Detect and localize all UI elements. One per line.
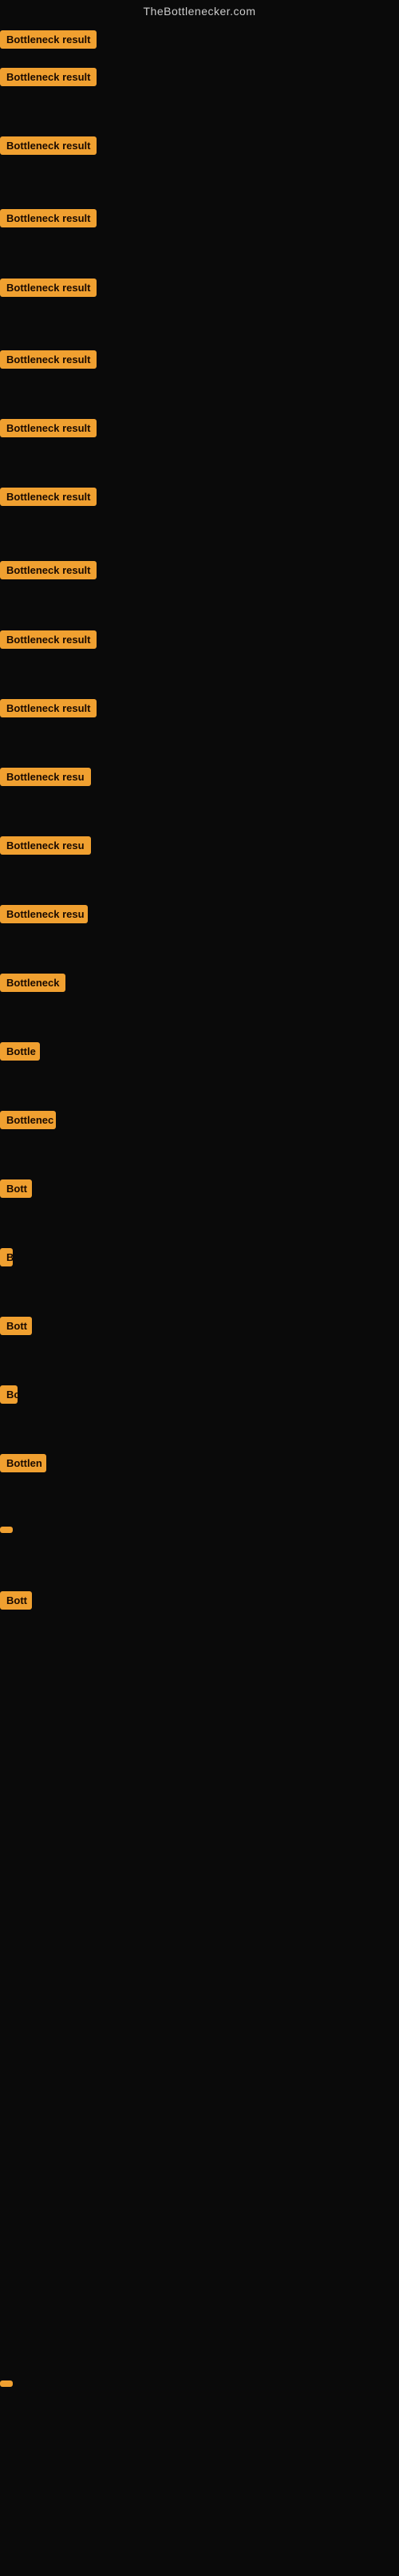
badge-label: Bottleneck result: [0, 30, 97, 49]
bottleneck-result-badge: [0, 2376, 13, 2391]
bottleneck-result-badge: Bottleneck result: [0, 419, 97, 441]
badge-label: Bottleneck result: [0, 630, 97, 649]
badge-label: Bottleneck result: [0, 136, 97, 155]
bottleneck-result-badge: Bottle: [0, 1042, 40, 1065]
bottleneck-result-badge: Bottleneck result: [0, 136, 97, 159]
bottleneck-result-badge: Bottlenec: [0, 1111, 56, 1133]
badge-label: Bottleneck: [0, 974, 65, 992]
badge-label: Bo: [0, 1385, 18, 1404]
bottleneck-result-badge: Bottleneck result: [0, 30, 97, 53]
bottleneck-result-badge: Bottleneck resu: [0, 768, 91, 790]
badge-label: Bottleneck result: [0, 209, 97, 227]
badge-label: Bottleneck resu: [0, 836, 91, 855]
badge-label: Bottleneck resu: [0, 905, 88, 923]
badge-label: Bott: [0, 1179, 32, 1198]
badge-label: Bottlen: [0, 1454, 46, 1472]
bottleneck-result-badge: Bottleneck: [0, 974, 65, 996]
site-title: TheBottlenecker.com: [0, 0, 399, 22]
bottleneck-result-badge: Bott: [0, 1179, 32, 1202]
badge-label: Bottleneck result: [0, 699, 97, 717]
bottleneck-result-badge: Bo: [0, 1385, 18, 1408]
badge-label: Bottleneck result: [0, 419, 97, 437]
bottleneck-result-badge: Bottleneck result: [0, 699, 97, 721]
badge-label: Bottlenec: [0, 1111, 56, 1129]
badge-label: Bott: [0, 1591, 32, 1610]
badge-label: Bottleneck resu: [0, 768, 91, 786]
bottleneck-result-badge: Bottleneck result: [0, 279, 97, 301]
bottleneck-result-badge: Bottlen: [0, 1454, 46, 1476]
bottleneck-result-badge: [0, 1523, 13, 1537]
badge-label: Bott: [0, 1317, 32, 1335]
badge-label: [0, 1527, 13, 1533]
badge-label: Bottleneck result: [0, 561, 97, 579]
bottleneck-result-badge: Bottleneck result: [0, 350, 97, 373]
bottleneck-result-badge: Bottleneck resu: [0, 905, 88, 927]
bottleneck-result-badge: Bott: [0, 1591, 32, 1614]
badge-label: Bottleneck result: [0, 279, 97, 297]
badge-label: B: [0, 1248, 13, 1266]
bottleneck-result-badge: Bottleneck result: [0, 630, 97, 653]
bottleneck-result-badge: B: [0, 1248, 13, 1270]
badge-label: Bottle: [0, 1042, 40, 1061]
badge-label: Bottleneck result: [0, 68, 97, 86]
bottleneck-result-badge: Bottleneck result: [0, 561, 97, 583]
badge-label: Bottleneck result: [0, 350, 97, 369]
badge-label: Bottleneck result: [0, 488, 97, 506]
bottleneck-result-badge: Bottleneck result: [0, 488, 97, 510]
bottleneck-result-badge: Bottleneck resu: [0, 836, 91, 859]
bottleneck-result-badge: Bott: [0, 1317, 32, 1339]
bottleneck-result-badge: Bottleneck result: [0, 209, 97, 231]
bottleneck-result-badge: Bottleneck result: [0, 68, 97, 90]
badge-label: [0, 2380, 13, 2387]
